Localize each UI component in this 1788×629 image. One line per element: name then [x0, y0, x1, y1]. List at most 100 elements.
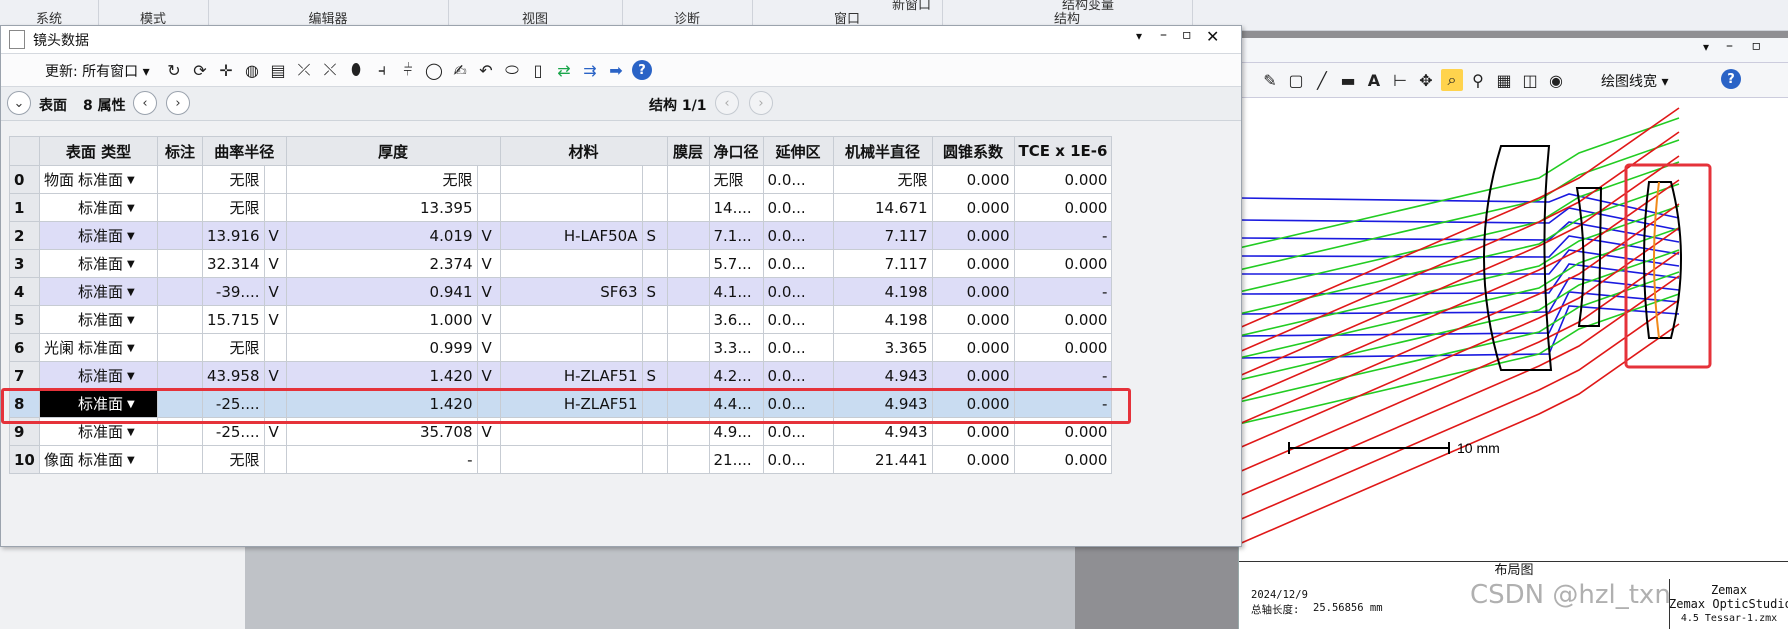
cell-thickness-solve[interactable]: V: [476, 361, 501, 390]
cell-conic[interactable]: 0.000: [931, 221, 1015, 250]
cell-chip-zone[interactable]: 0.0...: [762, 221, 834, 250]
cell-chip-zone[interactable]: 0.0...: [762, 361, 834, 390]
cell-surface-type[interactable]: 光阑 标准面 ▼: [39, 333, 158, 362]
cell-radius[interactable]: 无限: [202, 445, 265, 474]
cell-thickness[interactable]: 0.941: [285, 277, 478, 306]
cell-clear-semi-dia[interactable]: 5.7...: [708, 249, 764, 278]
cell-mech-semi-dia[interactable]: 4.198: [832, 277, 933, 306]
cell-comment[interactable]: [157, 165, 203, 194]
cell-comment[interactable]: [157, 193, 203, 222]
cell-coating[interactable]: [666, 445, 710, 474]
cell-radius-solve[interactable]: [263, 445, 287, 474]
cell-thickness-solve[interactable]: [476, 165, 501, 194]
flip-icon[interactable]: ⫞: [371, 59, 393, 81]
pencil-icon[interactable]: ✎: [1259, 69, 1281, 91]
cell-conic[interactable]: 0.000: [931, 333, 1015, 362]
cell-mech-semi-dia[interactable]: 14.671: [832, 193, 933, 222]
cell-radius[interactable]: 无限: [202, 165, 265, 194]
cell-material[interactable]: [499, 445, 643, 474]
line-icon[interactable]: ╱: [1311, 69, 1333, 91]
table-row[interactable]: 3 标准面 ▼ 32.314 V 2.374 V 5.7... 0.0... 7.117 0.000…: [9, 249, 1113, 278]
refresh-one-icon[interactable]: ↻: [163, 59, 185, 81]
cell-material-solve[interactable]: [641, 305, 668, 334]
cell-radius[interactable]: 13.916: [202, 221, 265, 250]
maximize-icon[interactable]: ▫: [1182, 27, 1192, 43]
cell-material[interactable]: [499, 333, 643, 362]
cell-thickness[interactable]: 0.999: [285, 333, 478, 362]
help-icon[interactable]: ?: [631, 59, 653, 81]
cell-surface-type[interactable]: 标准面 ▼: [39, 249, 158, 278]
dimension-icon[interactable]: ⊢: [1389, 69, 1411, 91]
toggle-icon[interactable]: ⬭: [501, 59, 523, 81]
cell-comment[interactable]: [157, 333, 203, 362]
cell-coating[interactable]: [666, 305, 710, 334]
tilt-icon[interactable]: ⫩: [397, 59, 419, 81]
header-comment[interactable]: 标注: [157, 136, 203, 166]
cell-radius[interactable]: 无限: [202, 193, 265, 222]
line-width-dropdown[interactable]: 绘图线宽 ▾: [1601, 71, 1668, 91]
header-mech-semi-dia[interactable]: 机械半直径: [832, 136, 933, 166]
page-icon[interactable]: ▯: [527, 59, 549, 81]
cell-thickness-solve[interactable]: V: [476, 249, 501, 278]
cell-thickness-solve[interactable]: V: [476, 333, 501, 362]
cell-thickness-solve[interactable]: [476, 445, 501, 474]
cell-material[interactable]: H-ZLAF51: [499, 361, 643, 390]
cell-tce[interactable]: 0.000: [1013, 165, 1113, 194]
cell-material-solve[interactable]: [641, 333, 668, 362]
cell-radius[interactable]: 43.958: [202, 361, 265, 390]
pan-icon[interactable]: ✥: [1415, 69, 1437, 91]
prev-config-button[interactable]: ‹: [715, 91, 739, 115]
cell-comment[interactable]: [157, 221, 203, 250]
cell-chip-zone[interactable]: 0.0...: [762, 305, 834, 334]
cell-material-solve[interactable]: [641, 445, 668, 474]
cell-clear-semi-dia[interactable]: 3.6...: [708, 305, 764, 334]
dropdown-arrow-icon[interactable]: ▼: [127, 315, 135, 326]
cell-material[interactable]: [499, 193, 643, 222]
cell-clear-semi-dia[interactable]: 4.1...: [708, 277, 764, 306]
cell-comment[interactable]: [157, 445, 203, 474]
dropdown-arrow-icon[interactable]: ▼: [127, 287, 135, 298]
table-row[interactable]: 6 光阑 标准面 ▼ 无限 0.999 V 3.3... 0.0... 3.365 0.000 0.0…: [9, 333, 1113, 362]
close-icon[interactable]: ✕: [1206, 27, 1219, 46]
split-icon[interactable]: ⤫: [293, 59, 315, 81]
cell-material-solve[interactable]: S: [641, 277, 668, 306]
new-window-button[interactable]: 新窗口: [892, 0, 931, 13]
cell-conic[interactable]: 0.000: [931, 445, 1015, 474]
cell-chip-zone[interactable]: 0.0...: [762, 249, 834, 278]
cell-chip-zone[interactable]: 0.0...: [762, 445, 834, 474]
undo-icon[interactable]: ↶: [475, 59, 497, 81]
cell-clear-semi-dia[interactable]: 无限: [708, 165, 764, 194]
cell-surface-type[interactable]: 标准面 ▼: [39, 305, 158, 334]
table-row[interactable]: 2 标准面 ▼ 13.916 V 4.019 V H-LAF50A S 7.1... 0.0... 7…: [9, 221, 1113, 250]
cell-coating[interactable]: [666, 193, 710, 222]
map-icon[interactable]: ▤: [267, 59, 289, 81]
cell-conic[interactable]: 0.000: [931, 277, 1015, 306]
cell-radius-solve[interactable]: [263, 333, 287, 362]
cell-chip-zone[interactable]: 0.0...: [762, 165, 834, 194]
cell-material-solve[interactable]: [641, 193, 668, 222]
cell-surface-type[interactable]: 标准面 ▼: [39, 361, 158, 390]
cell-tce[interactable]: 0.000: [1013, 249, 1113, 278]
cell-radius[interactable]: -39....: [202, 277, 265, 306]
table-row[interactable]: 10 像面 标准面 ▼ 无限 -21.... 0.0... 21.441 0.000 0.000: [9, 445, 1113, 474]
table-row[interactable]: 1 标准面 ▼ 无限 13.395 14.... 0.0... 14.671 0.000 0.00…: [9, 193, 1113, 222]
cell-coating[interactable]: [666, 277, 710, 306]
cell-material[interactable]: [499, 249, 643, 278]
cell-thickness[interactable]: 13.395: [285, 193, 478, 222]
cell-clear-semi-dia[interactable]: 4.2...: [708, 361, 764, 390]
cell-thickness[interactable]: -: [285, 445, 478, 474]
cell-coating[interactable]: [666, 361, 710, 390]
cell-conic[interactable]: 0.000: [931, 361, 1015, 390]
cell-radius-solve[interactable]: V: [263, 221, 287, 250]
cell-tce[interactable]: 0.000: [1013, 333, 1113, 362]
merge-icon[interactable]: ⤬: [319, 59, 341, 81]
dropdown-arrow-icon[interactable]: ▼: [127, 343, 135, 354]
header-material[interactable]: 材料: [499, 136, 668, 166]
cell-coating[interactable]: [666, 249, 710, 278]
next-surface-button[interactable]: ›: [166, 91, 190, 115]
header-thickness[interactable]: 厚度: [285, 136, 501, 166]
cell-clear-semi-dia[interactable]: 7.1...: [708, 221, 764, 250]
text-icon[interactable]: A: [1363, 69, 1385, 91]
cell-mech-semi-dia[interactable]: 7.117: [832, 221, 933, 250]
cell-material-solve[interactable]: S: [641, 221, 668, 250]
